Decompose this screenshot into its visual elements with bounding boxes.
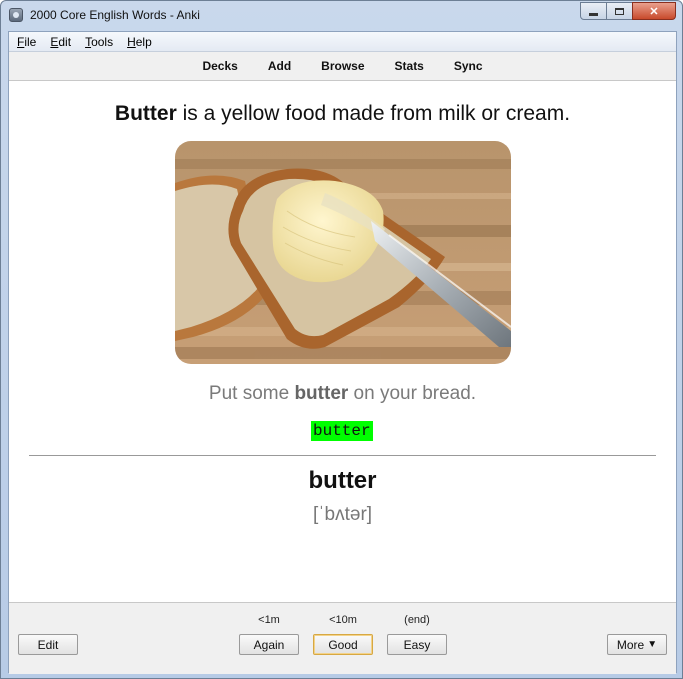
minimize-button[interactable]	[580, 2, 607, 20]
menu-bar: File Edit Tools Help	[9, 32, 676, 52]
menu-file-label: ile	[24, 35, 37, 49]
good-button[interactable]: Good	[313, 634, 373, 655]
sentence-prefix: Put some	[208, 383, 295, 404]
sentence-keyword: butter	[294, 383, 349, 404]
menu-tools[interactable]: Tools	[78, 32, 120, 51]
window-controls: ✕	[580, 2, 676, 20]
more-label: More	[616, 637, 645, 652]
menu-file[interactable]: File	[9, 32, 43, 51]
sentence-suffix: on your bread.	[348, 383, 477, 404]
toolbar-decks-link[interactable]: Decks	[187, 59, 252, 73]
definition-text: is a yellow food made from milk or cream…	[176, 102, 571, 125]
butter-bread-illustration	[175, 141, 511, 364]
toolbar-sync-link[interactable]: Sync	[439, 59, 498, 73]
pronunciation-ipa: [ˈbʌtər]	[312, 504, 373, 525]
close-button[interactable]: ✕	[632, 2, 676, 20]
toolbar-stats-link[interactable]: Stats	[380, 59, 439, 73]
butter-bread-image	[175, 141, 511, 364]
minimize-icon	[589, 12, 598, 16]
menu-help[interactable]: Help	[120, 32, 159, 51]
client-area: File Edit Tools Help Decks Add Browse St…	[8, 31, 677, 674]
definition-keyword: Butter	[114, 102, 177, 125]
typed-answer: butter	[311, 421, 373, 441]
example-sentence: Put some butter on your bread.	[9, 383, 676, 405]
menu-edit[interactable]: Edit	[43, 32, 78, 51]
window-title: 2000 Core English Words - Anki	[30, 8, 200, 22]
close-icon: ✕	[649, 5, 659, 18]
edit-button[interactable]: Edit	[18, 634, 78, 655]
card-content: Butter is a yellow food made from milk o…	[9, 81, 676, 602]
menu-help-accel: H	[127, 35, 136, 49]
anki-app-icon[interactable]	[9, 8, 23, 22]
toolbar-add-link[interactable]: Add	[253, 59, 306, 73]
again-interval: <1m	[258, 614, 280, 626]
answer-divider	[29, 455, 656, 456]
title-bar[interactable]: 2000 Core English Words - Anki ✕	[1, 1, 682, 31]
more-button[interactable]: More ▼	[607, 634, 667, 655]
easy-interval: (end)	[404, 614, 430, 626]
easy-button[interactable]: Easy	[387, 634, 447, 655]
menu-edit-label: dit	[58, 35, 72, 49]
answer-bar: Edit <1m Again <10m Good (end) Easy More…	[9, 602, 676, 674]
maximize-icon	[615, 7, 624, 15]
maximize-button[interactable]	[606, 2, 633, 20]
menu-help-label: elp	[135, 35, 152, 49]
menu-tools-label: ools	[91, 35, 114, 49]
main-toolbar: Decks Add Browse Stats Sync	[9, 52, 676, 81]
toolbar-browse-link[interactable]: Browse	[306, 59, 379, 73]
good-interval: <10m	[329, 614, 357, 626]
answer-word: butter	[308, 467, 377, 494]
dropdown-arrow-icon: ▼	[647, 639, 658, 650]
card-definition: Butter is a yellow food made from milk o…	[9, 102, 676, 126]
again-button[interactable]: Again	[239, 634, 299, 655]
app-window: 2000 Core English Words - Anki ✕ File Ed…	[0, 0, 683, 679]
